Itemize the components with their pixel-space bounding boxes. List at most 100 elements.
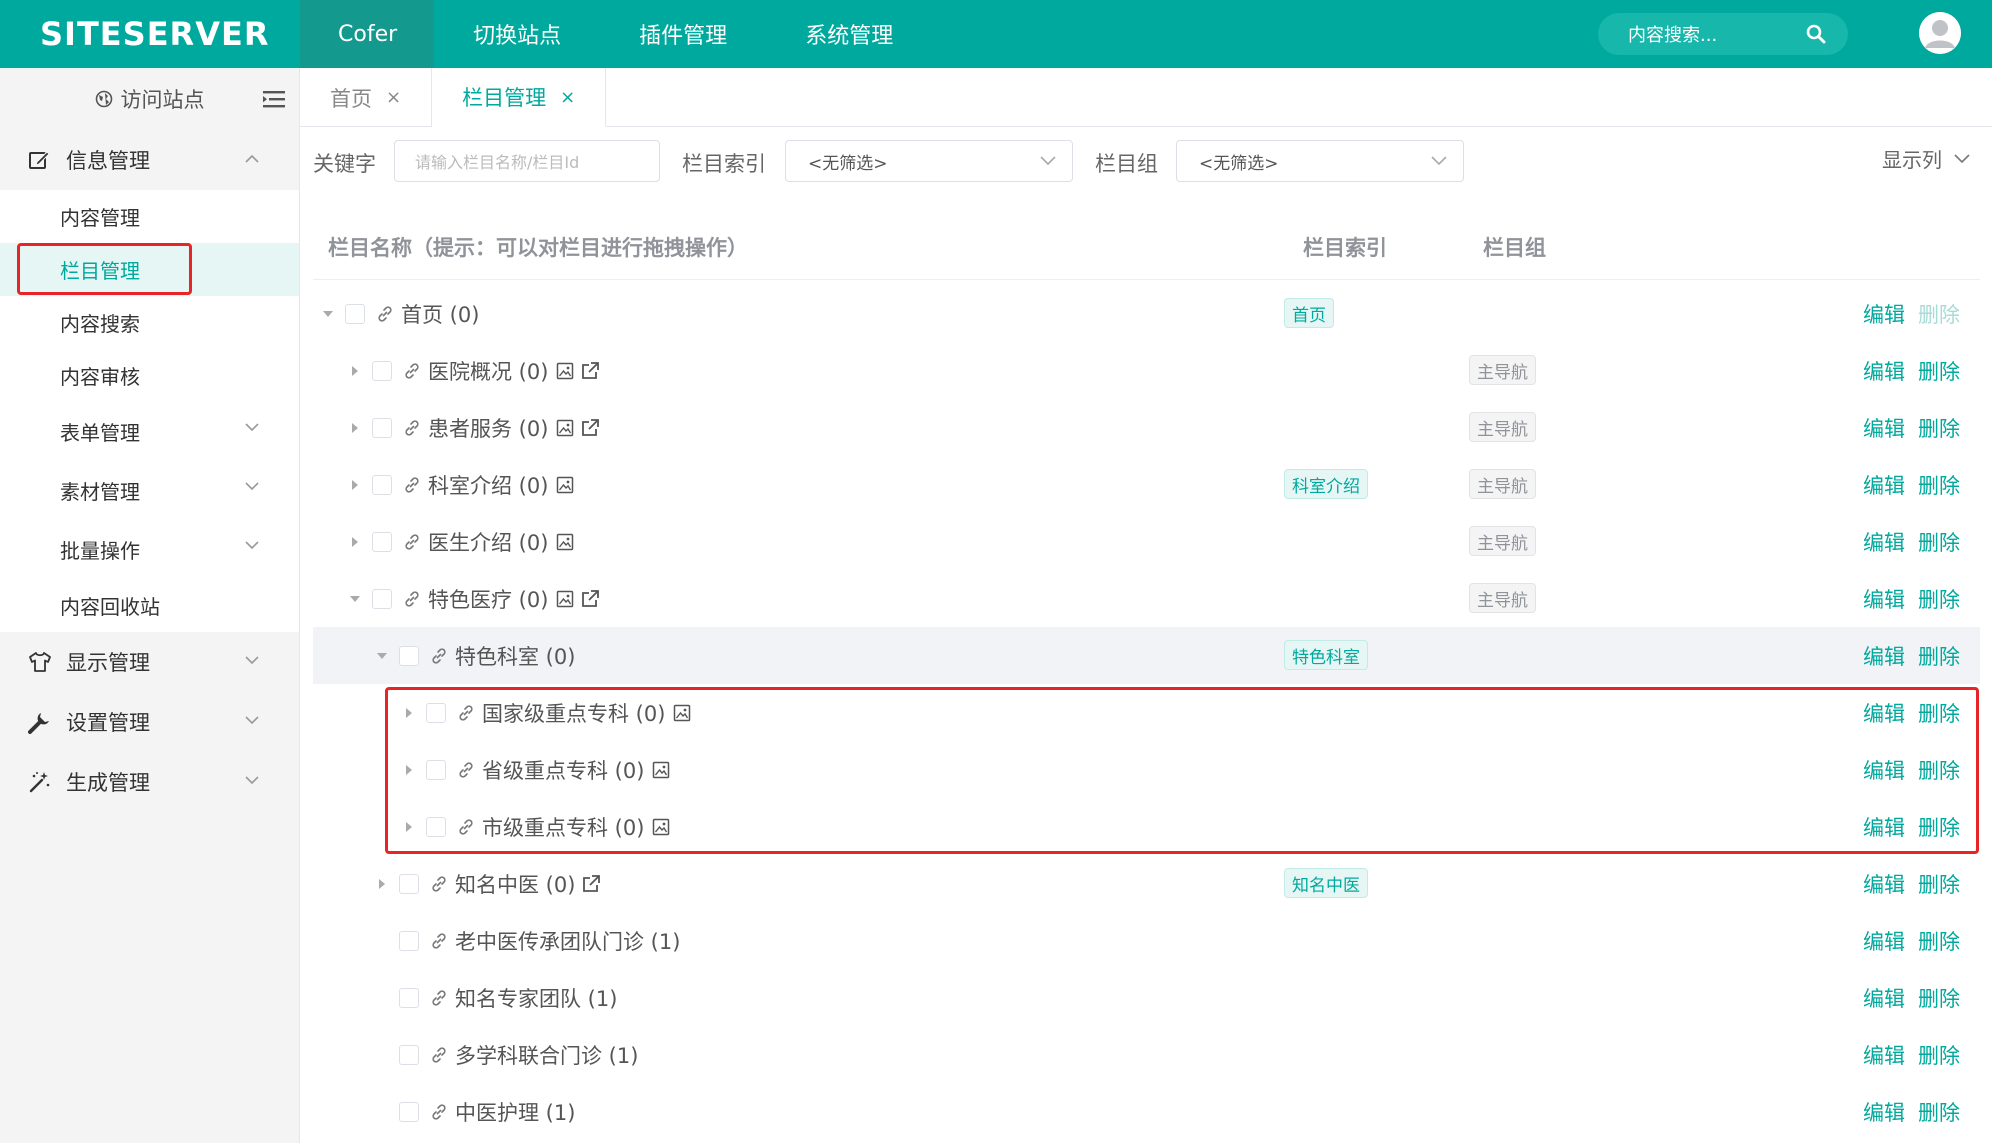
delete-button[interactable]: 删除 — [1918, 1097, 1960, 1127]
nav-plugin-manage[interactable]: 插件管理 — [600, 0, 766, 68]
channel-name[interactable]: 医生介绍 (0) — [428, 527, 548, 557]
row-checkbox[interactable] — [372, 360, 392, 381]
channel-name[interactable]: 首页 (0) — [401, 299, 479, 329]
channel-name[interactable]: 特色科室 (0) — [455, 641, 575, 671]
table-row[interactable]: 老中医传承团队门诊 (1) 编辑 删除 — [313, 912, 1980, 969]
tab-channel-manage[interactable]: 栏目管理 × — [432, 68, 607, 127]
delete-button[interactable]: 删除 — [1918, 869, 1960, 899]
edit-button[interactable]: 编辑 — [1863, 869, 1905, 899]
sidebar-item-content-search[interactable]: 内容搜索 — [0, 296, 299, 349]
sidebar-item-form-manage[interactable]: 表单管理 — [0, 402, 299, 461]
search-icon[interactable] — [1806, 24, 1826, 44]
edit-button[interactable]: 编辑 — [1863, 413, 1905, 443]
sidebar-item-material-manage[interactable]: 素材管理 — [0, 461, 299, 520]
row-checkbox[interactable] — [372, 474, 392, 495]
row-checkbox[interactable] — [399, 1101, 419, 1122]
delete-button[interactable]: 删除 — [1918, 527, 1960, 557]
table-row[interactable]: 特色医疗 (0) 主导航 编辑 删除 — [313, 570, 1980, 627]
menu-toggle-icon[interactable] — [263, 90, 285, 108]
edit-button[interactable]: 编辑 — [1863, 1040, 1905, 1070]
sidebar-item-content-manage[interactable]: 内容管理 — [0, 190, 299, 243]
sidebar-group-display[interactable]: 显示管理 — [0, 632, 299, 692]
show-columns-dropdown[interactable]: 显示列 — [1882, 144, 1992, 173]
table-row[interactable]: 医生介绍 (0) 主导航 编辑 删除 — [313, 513, 1980, 570]
delete-button[interactable]: 删除 — [1918, 413, 1960, 443]
external-link-icon[interactable] — [580, 361, 600, 381]
caret-right-icon[interactable] — [344, 479, 366, 491]
delete-button[interactable]: 删除 — [1918, 926, 1960, 956]
table-row[interactable]: 知名中医 (0) 知名中医 编辑 删除 — [313, 855, 1980, 912]
sidebar-group-generate[interactable]: 生成管理 — [0, 752, 299, 812]
edit-button[interactable]: 编辑 — [1863, 584, 1905, 614]
nav-site-cofer[interactable]: Cofer — [300, 0, 435, 68]
edit-button[interactable]: 编辑 — [1863, 527, 1905, 557]
delete-button[interactable]: 删除 — [1918, 1040, 1960, 1070]
table-row[interactable]: 科室介绍 (0) 科室介绍 主导航 编辑 删除 — [313, 456, 1980, 513]
channel-name[interactable]: 科室介绍 (0) — [428, 470, 548, 500]
table-row[interactable]: 特色科室 (0) 特色科室 编辑 删除 — [313, 627, 1980, 684]
edit-button[interactable]: 编辑 — [1863, 983, 1905, 1013]
edit-button[interactable]: 编辑 — [1863, 1097, 1905, 1127]
table-row[interactable]: 知名专家团队 (1) 编辑 删除 — [313, 969, 1980, 1026]
external-link-icon[interactable] — [581, 874, 601, 894]
close-icon[interactable]: × — [560, 87, 575, 108]
user-avatar[interactable] — [1919, 12, 1961, 54]
caret-right-icon[interactable] — [344, 422, 366, 434]
sidebar-group-settings[interactable]: 设置管理 — [0, 692, 299, 752]
edit-button[interactable]: 编辑 — [1863, 299, 1905, 329]
caret-right-icon[interactable] — [344, 365, 366, 377]
edit-button[interactable]: 编辑 — [1863, 470, 1905, 500]
row-checkbox[interactable] — [399, 1044, 419, 1065]
sidebar-item-content-review[interactable]: 内容审核 — [0, 349, 299, 402]
visit-site-link[interactable]: 访问站点 — [0, 68, 299, 130]
row-checkbox[interactable] — [399, 930, 419, 951]
nav-switch-site[interactable]: 切换站点 — [434, 0, 600, 68]
row-checkbox[interactable] — [372, 417, 392, 438]
channel-name[interactable]: 特色医疗 (0) — [428, 584, 548, 614]
edit-button[interactable]: 编辑 — [1863, 926, 1905, 956]
caret-right-icon[interactable] — [344, 536, 366, 548]
row-checkbox[interactable] — [372, 588, 392, 609]
edit-button[interactable]: 编辑 — [1863, 641, 1905, 671]
sidebar-item-batch-ops[interactable]: 批量操作 — [0, 520, 299, 579]
channel-name[interactable]: 患者服务 (0) — [428, 413, 548, 443]
channel-name[interactable]: 知名中医 (0) — [455, 869, 575, 899]
table-row[interactable]: 首页 (0) 首页 编辑 删除 — [313, 285, 1980, 342]
channel-name[interactable]: 医院概况 (0) — [428, 356, 548, 386]
table-row[interactable]: 医院概况 (0) 主导航 编辑 删除 — [313, 342, 1980, 399]
row-checkbox[interactable] — [399, 987, 419, 1008]
channel-name[interactable]: 知名专家团队 (1) — [455, 983, 617, 1013]
caret-down-icon[interactable] — [317, 310, 339, 318]
nav-system-manage[interactable]: 系统管理 — [766, 0, 932, 68]
channel-name[interactable]: 老中医传承团队门诊 (1) — [455, 926, 680, 956]
channel-name[interactable]: 中医护理 (1) — [455, 1097, 575, 1127]
logo[interactable]: SITESERVER — [40, 0, 300, 68]
group-filter-select[interactable]: <无筛选> — [1176, 140, 1464, 182]
external-link-icon[interactable] — [580, 418, 600, 438]
table-row[interactable]: 多学科联合门诊 (1) 编辑 删除 — [313, 1026, 1980, 1083]
delete-button[interactable]: 删除 — [1918, 641, 1960, 671]
table-row[interactable]: 中医护理 (1) 编辑 删除 — [313, 1083, 1980, 1140]
external-link-icon[interactable] — [580, 589, 600, 609]
sidebar-group-info[interactable]: 信息管理 — [0, 130, 299, 190]
close-icon[interactable]: × — [386, 87, 401, 108]
edit-button[interactable]: 编辑 — [1863, 356, 1905, 386]
channel-name[interactable]: 多学科联合门诊 (1) — [455, 1040, 638, 1070]
tab-home[interactable]: 首页 × — [300, 68, 433, 127]
delete-button[interactable]: 删除 — [1918, 470, 1960, 500]
caret-down-icon[interactable] — [371, 652, 393, 660]
keyword-input[interactable]: 请输入栏目名称/栏目Id — [394, 140, 660, 182]
row-checkbox[interactable] — [399, 873, 419, 894]
caret-right-icon[interactable] — [371, 878, 393, 890]
delete-button[interactable]: 删除 — [1918, 584, 1960, 614]
delete-button[interactable]: 删除 — [1918, 356, 1960, 386]
row-checkbox[interactable] — [345, 303, 365, 324]
delete-button[interactable]: 删除 — [1918, 983, 1960, 1013]
content-search-input[interactable]: 内容搜索... — [1598, 13, 1848, 55]
caret-down-icon[interactable] — [344, 595, 366, 603]
index-filter-select[interactable]: <无筛选> — [785, 140, 1073, 182]
table-row[interactable]: 患者服务 (0) 主导航 编辑 删除 — [313, 399, 1980, 456]
sidebar-item-recycle-bin[interactable]: 内容回收站 — [0, 579, 299, 632]
row-checkbox[interactable] — [372, 531, 392, 552]
row-checkbox[interactable] — [399, 645, 419, 666]
